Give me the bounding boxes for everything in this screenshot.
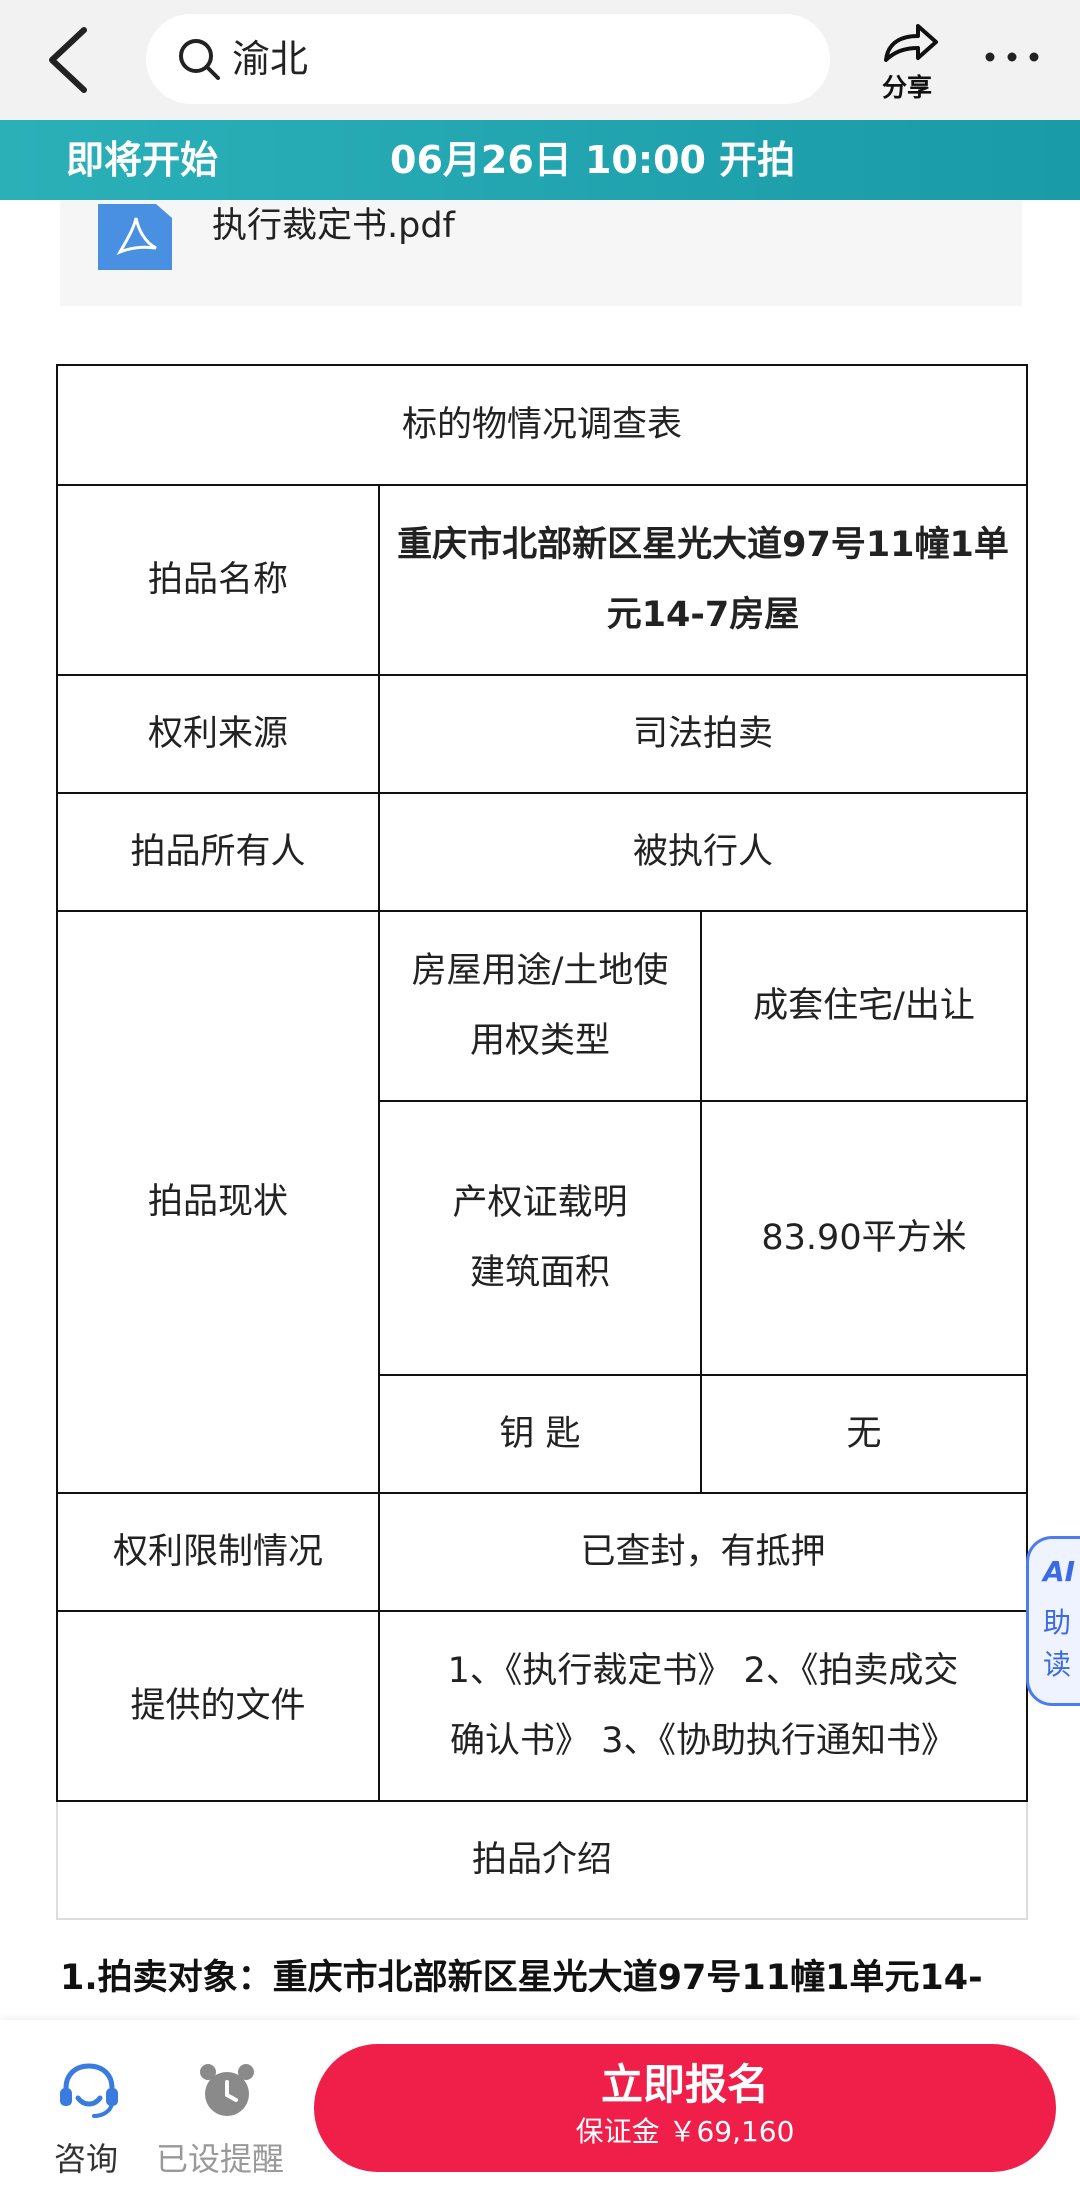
ai-reader-line2: 助 — [1043, 1606, 1072, 1639]
top-bar: 渝北 分享 — [0, 0, 1080, 120]
survey-table: 标的物情况调查表 拍品名称 重庆市北部新区星光大道97号11幢1单 元14-7房… — [56, 364, 1028, 1920]
search-bar[interactable]: 渝北 — [146, 14, 830, 104]
chevron-left-icon — [49, 27, 87, 93]
value-restriction: 已查封，有抵押 — [378, 1492, 1028, 1612]
value-name-line1: 重庆市北部新区星光大道97号11幢1单 — [397, 525, 1009, 565]
label-status: 拍品现状 — [56, 910, 380, 1494]
label-key: 钥 匙 — [378, 1374, 702, 1494]
value-key: 无 — [700, 1374, 1028, 1494]
consult-label: 咨询 — [54, 2140, 119, 2178]
more-button[interactable] — [982, 42, 1042, 72]
auction-status-banner: 即将开始 06月26日 10:00 开拍 — [0, 120, 1080, 200]
label-area-line2: 建筑面积 — [469, 1253, 610, 1293]
more-dots-icon — [985, 52, 1039, 62]
label-restriction: 权利限制情况 — [56, 1492, 380, 1612]
register-label: 立即报名 — [600, 2060, 769, 2109]
value-source: 司法拍卖 — [378, 674, 1028, 794]
label-usage-line2: 用权类型 — [469, 1021, 610, 1061]
register-button[interactable]: 立即报名 保证金 ￥69,160 — [314, 2044, 1056, 2172]
value-usage: 成套住宅/出让 — [700, 910, 1028, 1102]
label-usage: 房屋用途/土地使 用权类型 — [378, 910, 702, 1102]
ai-reader-line1: AI — [1043, 1555, 1076, 1588]
attachment-filename[interactable]: 执行裁定书.pdf — [212, 202, 455, 250]
label-usage-line1: 房屋用途/土地使 — [411, 951, 669, 991]
attachment-card[interactable] — [60, 200, 1022, 306]
value-docs-line2: 确认书》 3、《协助执行通知书》 — [450, 1721, 956, 1761]
label-docs: 提供的文件 — [56, 1610, 380, 1802]
consult-button[interactable]: 咨询 — [50, 2060, 130, 2180]
ai-reader-tab[interactable]: AI 助 读 — [1026, 1536, 1080, 1706]
value-docs: 1、《执行裁定书》 2、《拍卖成交 确认书》 3、《协助执行通知书》 — [378, 1610, 1028, 1802]
share-button[interactable]: 分享 — [878, 20, 942, 102]
back-button[interactable] — [40, 22, 100, 98]
status-text: 即将开始 — [66, 138, 219, 182]
value-owner: 被执行人 — [378, 792, 1028, 912]
value-docs-line1: 1、《执行裁定书》 2、《拍卖成交 — [447, 1651, 959, 1691]
share-icon — [884, 24, 938, 62]
alarm-clock-icon — [200, 2064, 254, 2116]
intro-text: 1.拍卖对象：重庆市北部新区星光大道97号11幢1单元14- — [60, 1958, 983, 1998]
label-area-line1: 产权证载明 — [452, 1183, 628, 1223]
pdf-file-icon — [98, 204, 172, 270]
reminder-button[interactable]: 已设提醒 — [156, 2060, 296, 2180]
search-text[interactable]: 渝北 — [232, 34, 308, 84]
value-name: 重庆市北部新区星光大道97号11幢1单 元14-7房屋 — [378, 484, 1028, 676]
label-area: 产权证载明 建筑面积 — [378, 1100, 702, 1376]
customer-service-icon — [60, 2063, 118, 2118]
reminder-label: 已设提醒 — [156, 2140, 285, 2178]
deposit-label: 保证金 ￥69,160 — [575, 2115, 795, 2148]
share-label: 分享 — [882, 73, 933, 102]
ai-reader-line3: 读 — [1043, 1648, 1072, 1681]
label-source: 权利来源 — [56, 674, 380, 794]
value-name-line2: 元14-7房屋 — [606, 595, 800, 635]
value-area: 83.90平方米 — [700, 1100, 1028, 1376]
bottom-action-bar: 咨询 已设提醒 立即报名 保证金 ￥69,160 — [0, 2020, 1080, 2194]
table-title: 标的物情况调查表 — [56, 364, 1028, 486]
label-name: 拍品名称 — [56, 484, 380, 676]
label-owner: 拍品所有人 — [56, 792, 380, 912]
start-time: 06月26日 10:00 开拍 — [390, 138, 796, 182]
search-icon — [179, 39, 220, 80]
intro-heading: 拍品介绍 — [56, 1800, 1028, 1920]
